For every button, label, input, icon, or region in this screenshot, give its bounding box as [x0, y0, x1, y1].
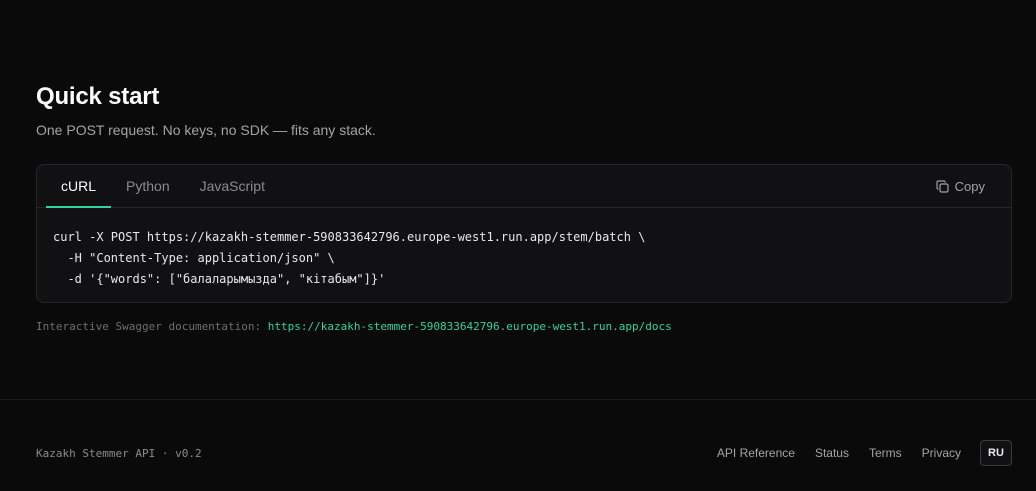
copy-icon: [936, 180, 949, 193]
quickstart-section: Quick start One POST request. No keys, n…: [36, 83, 1012, 303]
code-card: cURL Python JavaScript Copy curl -X POST…: [36, 164, 1012, 303]
footer-link-api-reference[interactable]: API Reference: [717, 446, 795, 460]
code-line: curl -X POST https://kazakh-stemmer-5908…: [53, 230, 646, 244]
code-line: -d '{"words": ["балаларымызда", "кітабым…: [53, 272, 386, 286]
swagger-link[interactable]: https://kazakh-stemmer-590833642796.euro…: [268, 320, 672, 333]
tab-curl[interactable]: cURL: [46, 165, 112, 208]
code-card-header: cURL Python JavaScript Copy: [37, 165, 1011, 208]
page-title: Quick start: [36, 83, 160, 110]
copy-button[interactable]: Copy: [936, 179, 985, 194]
footer-link-terms[interactable]: Terms: [869, 446, 902, 460]
footer-link-status[interactable]: Status: [815, 446, 849, 460]
swagger-label: Interactive Swagger documentation:: [36, 320, 262, 333]
footer-version: Kazakh Stemmer API · v0.2: [36, 447, 202, 460]
tab-python[interactable]: Python: [111, 165, 185, 207]
footer-nav: API Reference Status Terms Privacy RU: [717, 440, 1012, 466]
copy-label: Copy: [954, 179, 985, 194]
code-tabs: cURL Python JavaScript: [37, 165, 280, 208]
tab-javascript[interactable]: JavaScript: [185, 165, 280, 207]
page-subtitle: One POST request. No keys, no SDK — fits…: [36, 122, 376, 138]
footer-link-privacy[interactable]: Privacy: [922, 446, 961, 460]
swagger-note: Interactive Swagger documentation: https…: [36, 320, 672, 333]
code-block[interactable]: curl -X POST https://kazakh-stemmer-5908…: [37, 208, 1011, 290]
footer-divider: [0, 399, 1036, 400]
language-toggle-button[interactable]: RU: [980, 440, 1012, 466]
code-line: -H "Content-Type: application/json" \: [53, 251, 335, 265]
